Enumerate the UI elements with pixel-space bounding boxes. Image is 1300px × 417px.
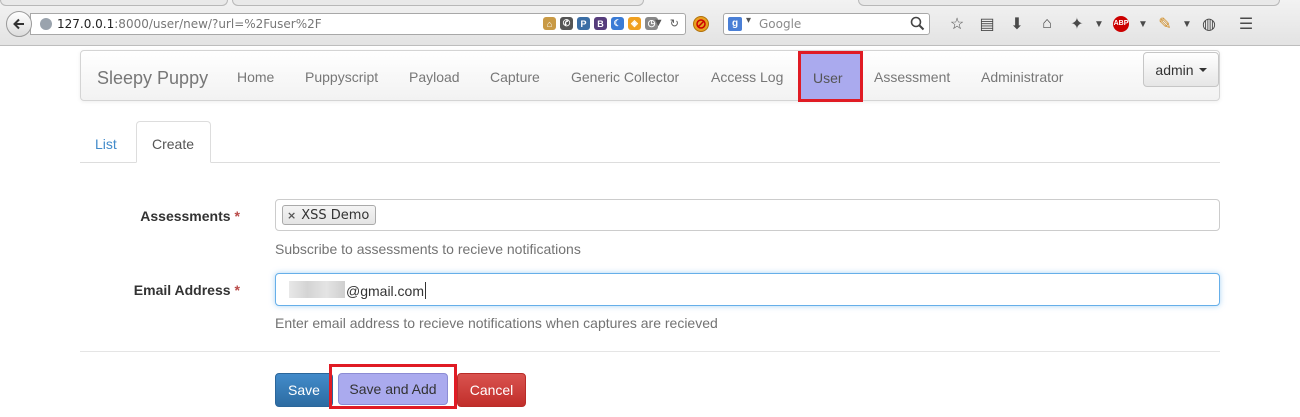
nav-payload[interactable]: Payload [409,69,460,85]
url-host: 127.0.0.1 [57,17,115,31]
site-identity-icon[interactable] [40,18,52,30]
assessments-label: Assessments * [80,208,240,224]
assessments-label-text: Assessments [140,208,231,224]
save-and-add-button[interactable]: Save and Add [338,373,448,405]
main-navbar: Sleepy Puppy Home Puppyscript Payload Ca… [80,50,1220,102]
cancel-button[interactable]: Cancel [457,373,526,407]
nav-generic-collector[interactable]: Generic Collector [571,69,679,85]
redacted-text [289,281,345,298]
google-icon[interactable]: g [728,17,742,31]
nav-user[interactable]: User [798,51,863,102]
tab-edge [0,0,228,6]
reading-list-icon[interactable]: ▤ [972,13,1002,35]
email-value: @gmail.com [346,282,427,299]
home-icon[interactable]: ⌂ [543,17,556,30]
back-button[interactable] [6,11,32,37]
adblock-icon[interactable]: ABP [1106,13,1136,35]
dropdown-icon[interactable]: ▼ [1136,13,1150,35]
assessments-help-text: Subscribe to assessments to recieve noti… [275,241,581,257]
admin-label: admin [1155,61,1194,78]
save-button[interactable]: Save [275,373,333,407]
remove-tag-icon[interactable]: × [287,209,296,222]
admin-dropdown-button[interactable]: admin [1143,52,1219,87]
text-cursor [425,282,427,299]
required-mark: * [234,208,240,224]
moon-icon[interactable]: ☾ [611,17,624,30]
tabs-divider [80,162,1220,163]
tab-edge [232,0,644,6]
url-path: :8000/user/new/?url=%2Fuser%2F [114,17,322,31]
dropdown-icon[interactable]: ▼ [1180,13,1194,35]
back-arrow-icon [13,18,24,30]
search-icon[interactable] [910,16,925,34]
download-icon[interactable]: ⬇ [1002,13,1032,35]
noscript-icon[interactable] [693,16,709,32]
email-help-text: Enter email address to recieve notificat… [275,315,718,331]
dropdown-icon[interactable]: ▼ [653,17,664,30]
url-text[interactable]: 127.0.0.1:8000/user/new/?url=%2Fuser%2F [57,17,322,31]
home-icon[interactable]: ⌂ [1032,13,1062,35]
menu-icon[interactable]: ☰ [1224,13,1268,35]
brand-link[interactable]: Sleepy Puppy [97,68,208,89]
tab-edge [858,0,1280,6]
caret-down-icon [1198,67,1207,72]
reload-icon[interactable]: ↻ [670,17,679,30]
tab-create[interactable]: Create [136,121,211,163]
tab-create-label: Create [152,136,195,152]
adblock-label: ABP [1113,16,1129,32]
globe-icon[interactable]: ◍ [1194,13,1224,35]
email-label-text: Email Address [133,282,231,298]
nav-access-log[interactable]: Access Log [711,69,783,85]
assessments-multiselect[interactable]: × XSS Demo [275,199,1220,231]
required-mark: * [234,282,240,298]
forbidden-icon [696,19,706,29]
paint-icon[interactable]: ✎ [1150,13,1180,35]
save-and-add-highlight: Save and Add [329,364,457,409]
nav-assessment[interactable]: Assessment [874,69,950,85]
tab-list[interactable]: List [95,136,117,152]
shield-icon[interactable]: ◈ [628,17,641,30]
star-icon[interactable]: ☆ [942,13,972,35]
email-label: Email Address * [80,282,240,298]
email-value-text: @gmail.com [346,283,425,299]
url-controls: ▼ ↻ [653,17,679,30]
browser-toolbar: 127.0.0.1:8000/user/new/?url=%2Fuser%2F … [0,0,1300,46]
assessment-tag: × XSS Demo [282,205,377,225]
nav-capture[interactable]: Capture [490,69,540,85]
dropdown-icon[interactable]: ▼ [1092,13,1106,35]
url-bar[interactable]: 127.0.0.1:8000/user/new/?url=%2Fuser%2F … [30,13,686,35]
engine-dropdown-icon[interactable]: ▾ [746,15,751,26]
nav-user-label: User [813,70,843,86]
toolbar-icons: ☆ ▤ ⬇ ⌂ ✦ ▼ ABP ▼ ✎ ▼ ◍ ☰ [942,13,1268,35]
search-bar[interactable]: g ▾ Google [723,13,930,35]
assessment-tag-label: XSS Demo [301,207,370,223]
python-icon[interactable]: P [577,17,590,30]
url-extension-icons: ⌂ ✆ P B ☾ ◈ ◷ [543,17,658,30]
nav-home[interactable]: Home [237,69,274,85]
nav-administrator[interactable]: Administrator [981,69,1063,85]
nav-puppyscript[interactable]: Puppyscript [305,69,378,85]
phone-icon[interactable]: ✆ [560,17,573,30]
email-field[interactable]: @gmail.com [275,273,1220,306]
search-placeholder: Google [759,17,802,31]
form-divider [80,351,1220,352]
bootstrap-icon[interactable]: B [594,17,607,30]
bug-icon[interactable]: ✦ [1062,13,1092,35]
